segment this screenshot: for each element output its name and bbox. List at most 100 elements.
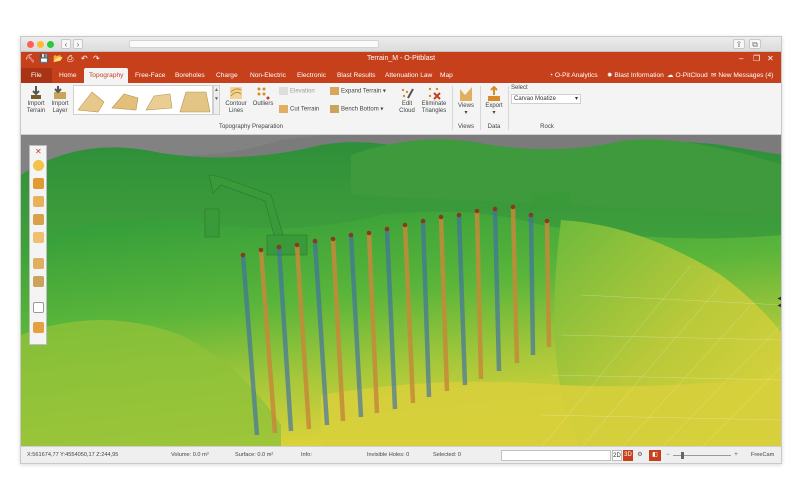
views-icon — [460, 87, 472, 101]
o-pit-analytics-link[interactable]: ◔ O-Pit Analytics — [549, 68, 598, 83]
tab-topography[interactable]: Topography — [84, 68, 129, 83]
expand-terrain-icon — [330, 87, 339, 95]
blast-information-link[interactable]: ✹ Blast Information — [607, 68, 664, 83]
tab-non-electric[interactable]: Non-Electric — [245, 68, 291, 83]
close-toolbar-icon[interactable]: ✕ — [35, 147, 42, 156]
column-icon[interactable] — [33, 258, 44, 269]
group-label-data: Data — [487, 124, 501, 130]
surface-readout: Surface: 0.0 m² — [235, 452, 274, 458]
o-pitcloud-label: O-PitCloud — [675, 72, 708, 79]
app-window: ‹ › ⇪ ⧉ ⛏ 💾 📂 ⎙ ↶ ↷ Terrain_M - O-Pitbla… — [20, 36, 782, 464]
share-icon[interactable]: ⇪ — [733, 39, 745, 49]
layers-icon[interactable] — [33, 214, 44, 225]
expand-terrain-button[interactable]: Expand Terrain ▾ — [330, 87, 392, 96]
minimize-dot-icon[interactable] — [37, 41, 44, 48]
forward-icon[interactable]: › — [73, 39, 83, 49]
fit-view-icon[interactable] — [33, 302, 44, 313]
tab-charge[interactable]: Charge — [211, 68, 243, 83]
layer-icon — [54, 86, 66, 99]
invisible-holes-readout: Invisible Holes: 0 — [367, 452, 410, 458]
view-3d-button[interactable]: 3D — [623, 450, 633, 461]
rock-select[interactable]: Carvao Moatize ▾ — [511, 94, 581, 104]
measure-icon[interactable] — [33, 322, 44, 333]
window-title: Terrain_M - O-Pitblast — [366, 55, 436, 62]
import-icon — [31, 86, 41, 99]
group-label-rock: Rock — [540, 124, 554, 130]
volume-readout: Volume: 0.0 m³ — [171, 452, 209, 458]
hand-icon[interactable] — [33, 196, 44, 207]
elevation-button[interactable]: Elevation — [279, 87, 329, 96]
info-readout: Info: — [301, 452, 312, 458]
tab-blast-results[interactable]: Blast Results — [332, 68, 380, 83]
outliers-icon — [257, 87, 270, 100]
terrain-shade-icon[interactable] — [33, 178, 44, 189]
eliminate-triangles-icon — [428, 87, 441, 100]
close-icon[interactable]: ✕ — [767, 54, 774, 63]
close-dot-icon[interactable] — [27, 41, 34, 48]
select-label: Select — [511, 85, 528, 91]
tab-map[interactable]: Map — [435, 68, 458, 83]
group-label-topography-preparation: Topography Preparation — [218, 124, 284, 130]
tab-file[interactable]: File — [21, 68, 52, 83]
zoom-dot-icon[interactable] — [47, 41, 54, 48]
orbit-icon[interactable]: ⚙ — [635, 450, 645, 461]
tab-home[interactable]: Home — [54, 68, 82, 83]
menu-bar: File Home Topography Free-Face Boreholes… — [21, 67, 781, 83]
elevation-icon — [279, 87, 288, 95]
eliminate-triangles-button[interactable]: Eliminate Triangles — [420, 86, 448, 115]
export-button[interactable]: Export ▾ — [483, 86, 505, 117]
3d-viewport[interactable]: ✕ ◀ ◀ — [21, 135, 781, 448]
o-pitcloud-link[interactable]: ☁ O-PitCloud — [667, 68, 708, 83]
import-terrain-button[interactable]: Import Terrain — [24, 86, 48, 115]
zoom-out-icon[interactable]: − — [665, 450, 671, 461]
zoom-slider-thumb[interactable] — [681, 452, 684, 459]
views-button[interactable]: Views ▾ — [455, 86, 477, 117]
status-input[interactable] — [501, 450, 611, 461]
export-icon — [488, 86, 500, 101]
side-handle-icon[interactable]: ◀ ◀ — [777, 295, 781, 309]
import-layer-button[interactable]: Import Layer — [48, 86, 72, 115]
back-icon[interactable]: ‹ — [61, 39, 71, 49]
tab-attenuation-law[interactable]: Attenuation Law — [380, 68, 437, 83]
ribbon: Import Terrain Import Layer ▲ ▼ Contour L… — [21, 83, 781, 135]
bench-bottom-icon — [330, 105, 339, 113]
sun-icon[interactable] — [33, 160, 44, 171]
maximize-icon[interactable]: ❐ — [753, 54, 760, 63]
camera-mode[interactable]: FreeCam — [751, 452, 774, 458]
cut-terrain-button[interactable]: Cut Terrain — [279, 105, 329, 114]
edit-cloud-button[interactable]: Edit Cloud — [396, 86, 418, 115]
selected-readout: Selected: 0 — [433, 452, 461, 458]
terrain-style-gallery[interactable] — [73, 85, 213, 115]
tab-boreholes[interactable]: Boreholes — [170, 68, 210, 83]
tabs-icon[interactable]: ⧉ — [749, 39, 761, 49]
view-2d-button[interactable]: 2D — [612, 450, 622, 461]
tab-electronic[interactable]: Electronic — [292, 68, 331, 83]
gallery-scroll[interactable]: ▲ ▼ — [213, 85, 220, 115]
contour-lines-button[interactable]: Contour Lines — [223, 86, 249, 115]
zoom-in-icon[interactable]: + — [733, 450, 739, 461]
edit-cloud-icon — [401, 88, 414, 99]
contour-icon — [230, 87, 242, 99]
new-messages-link[interactable]: ✉ New Messages (4) — [711, 68, 773, 83]
minimize-icon[interactable]: – — [739, 54, 743, 63]
bench-bottom-button[interactable]: Bench Bottom ▾ — [330, 105, 392, 114]
terrain-scene — [21, 135, 781, 448]
blast-information-label: Blast Information — [614, 72, 664, 79]
status-bar: X:561674,77 Y:4554050,17 Z:244,95 Volume… — [21, 446, 781, 463]
group-label-views: Views — [458, 124, 474, 130]
ribbon-separator — [508, 86, 509, 130]
terrain-thumbnails-icon — [77, 91, 211, 113]
title-bar: ⛏ 💾 📂 ⎙ ↶ ↷ Terrain_M - O-Pitblast – ❐ ✕ — [21, 52, 781, 67]
tab-free-face[interactable]: Free-Face — [130, 68, 170, 83]
o-pit-analytics-label: O-Pit Analytics — [554, 72, 598, 79]
cube-icon[interactable]: ◧ — [649, 450, 661, 461]
cut-terrain-icon — [279, 105, 288, 113]
browser-chrome: ‹ › ⇪ ⧉ — [21, 37, 781, 52]
section-icon[interactable] — [33, 276, 44, 287]
chevron-down-icon: ▾ — [574, 96, 578, 102]
new-messages-label: New Messages (4) — [718, 72, 774, 79]
url-bar[interactable] — [129, 40, 379, 48]
grid-icon[interactable] — [33, 232, 44, 243]
coords-readout: X:561674,77 Y:4554050,17 Z:244,95 — [27, 452, 119, 458]
outliers-button[interactable]: Outliers — [251, 86, 275, 108]
